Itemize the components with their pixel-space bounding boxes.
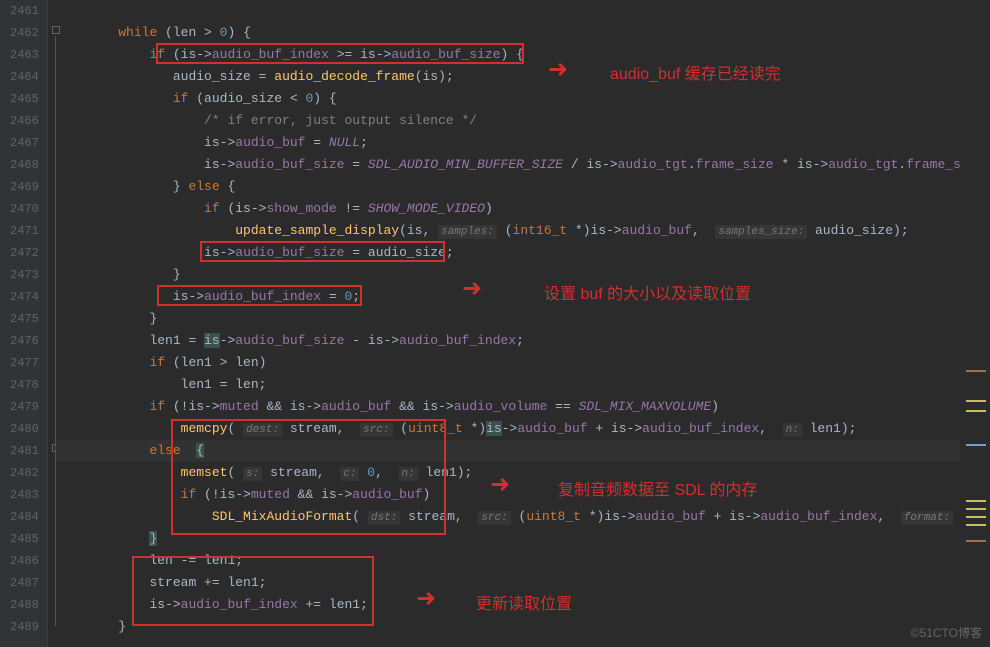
code-line[interactable]: if (audio_size < 0) { — [56, 88, 990, 110]
line-number: 2489 — [10, 616, 39, 638]
code-line[interactable]: } — [56, 528, 990, 550]
line-number: 2483 — [10, 484, 39, 506]
code-line[interactable]: len1 = is->audio_buf_size - is->audio_bu… — [56, 330, 990, 352]
code-line[interactable] — [56, 0, 990, 22]
minimap-marker — [966, 444, 986, 446]
line-number: 2486 — [10, 550, 39, 572]
code-line[interactable]: is->audio_buf_index = 0; — [56, 286, 990, 308]
line-gutter: 2461246224632464246524662467246824692470… — [0, 0, 47, 647]
line-number: 2472 — [10, 242, 39, 264]
code-line[interactable]: memcpy( dest: stream, src: (uint8_t *)is… — [56, 418, 990, 440]
code-line[interactable]: if (len1 > len) — [56, 352, 990, 374]
line-number: 2465 — [10, 88, 39, 110]
line-number: 2485 — [10, 528, 39, 550]
line-number: 2462 — [10, 22, 39, 44]
code-line[interactable]: audio_size = audio_decode_frame(is); — [56, 66, 990, 88]
line-number: 2482 — [10, 462, 39, 484]
code-line[interactable]: /* if error, just output silence */ — [56, 110, 990, 132]
code-line[interactable]: else { — [56, 440, 990, 462]
watermark-text: ©51CTO博客 — [911, 624, 982, 641]
line-number: 2466 — [10, 110, 39, 132]
line-number: 2476 — [10, 330, 39, 352]
code-line[interactable]: len1 = len; — [56, 374, 990, 396]
code-line[interactable]: if (is->show_mode != SHOW_MODE_VIDEO) — [56, 198, 990, 220]
line-number: 2484 — [10, 506, 39, 528]
line-number: 2471 — [10, 220, 39, 242]
line-number: 2463 — [10, 44, 39, 66]
code-line[interactable]: } — [56, 308, 990, 330]
minimap-marker — [966, 410, 986, 412]
line-number: 2481 — [10, 440, 39, 462]
line-number: 2478 — [10, 374, 39, 396]
minimap-marker — [966, 540, 986, 542]
code-line[interactable]: update_sample_display(is, samples: (int1… — [56, 220, 990, 242]
code-line[interactable]: stream += len1; — [56, 572, 990, 594]
code-line[interactable]: is->audio_buf_size = SDL_AUDIO_MIN_BUFFE… — [56, 154, 990, 176]
code-line[interactable]: memset( s: stream, c: 0, n: len1); — [56, 462, 990, 484]
line-number: 2473 — [10, 264, 39, 286]
code-line[interactable]: while (len > 0) { — [56, 22, 990, 44]
line-number: 2464 — [10, 66, 39, 88]
code-line[interactable]: } — [56, 616, 990, 638]
code-line[interactable]: len -= len1; — [56, 550, 990, 572]
minimap-marker — [966, 524, 986, 526]
editor-minimap[interactable] — [960, 0, 990, 647]
code-line[interactable]: } — [56, 264, 990, 286]
line-number: 2461 — [10, 0, 39, 22]
line-number: 2467 — [10, 132, 39, 154]
minimap-marker — [966, 400, 986, 402]
line-number: 2477 — [10, 352, 39, 374]
line-number: 2479 — [10, 396, 39, 418]
line-number: 2468 — [10, 154, 39, 176]
line-number: 2480 — [10, 418, 39, 440]
code-line[interactable]: SDL_MixAudioFormat( dst: stream, src: (u… — [56, 506, 990, 528]
code-line[interactable]: if (!is->muted && is->audio_buf) — [56, 484, 990, 506]
code-line[interactable]: if (is->audio_buf_index >= is->audio_buf… — [56, 44, 990, 66]
line-number: 2470 — [10, 198, 39, 220]
line-number: 2488 — [10, 594, 39, 616]
line-number: 2469 — [10, 176, 39, 198]
code-line[interactable]: is->audio_buf = NULL; — [56, 132, 990, 154]
code-area[interactable]: while (len > 0) { if (is->audio_buf_inde… — [48, 0, 990, 647]
code-line[interactable]: if (!is->muted && is->audio_buf && is->a… — [56, 396, 990, 418]
code-line[interactable]: } else { — [56, 176, 990, 198]
code-line[interactable]: is->audio_buf_size = audio_size; — [56, 242, 990, 264]
line-number: 2475 — [10, 308, 39, 330]
minimap-marker — [966, 516, 986, 518]
code-line[interactable]: is->audio_buf_index += len1; — [56, 594, 990, 616]
minimap-marker — [966, 370, 986, 372]
minimap-marker — [966, 508, 986, 510]
line-number: 2487 — [10, 572, 39, 594]
minimap-marker — [966, 500, 986, 502]
code-editor[interactable]: 2461246224632464246524662467246824692470… — [0, 0, 990, 647]
line-number: 2474 — [10, 286, 39, 308]
